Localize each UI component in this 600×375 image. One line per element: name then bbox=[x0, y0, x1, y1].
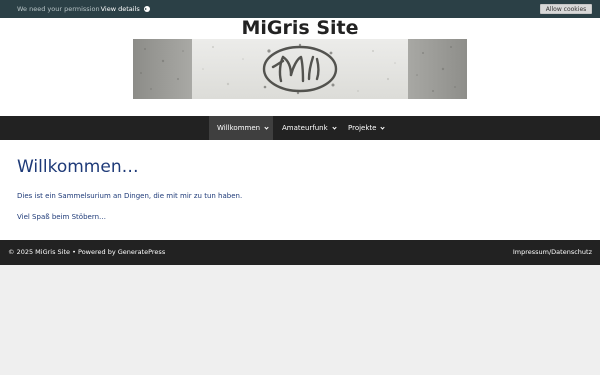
chevron-down-icon bbox=[380, 124, 386, 130]
nav-item-label: Projekte bbox=[348, 124, 377, 132]
nav-item-willkommen[interactable]: Willkommen bbox=[209, 116, 273, 140]
intro-paragraph: Dies ist ein Sammelsurium an Dingen, die… bbox=[17, 192, 243, 200]
arrow-right-circle-icon[interactable] bbox=[143, 6, 150, 12]
nav-item-label: Amateurfunk bbox=[282, 124, 328, 132]
cookie-view-details-link[interactable]: View details bbox=[101, 5, 140, 13]
chevron-down-icon bbox=[332, 124, 337, 130]
main-content: Willkommen… Dies ist ein Sammelsurium an… bbox=[0, 140, 600, 240]
nav-item-projekte[interactable]: Projekte bbox=[339, 116, 391, 140]
cookie-consent-bar: We need your permission View details All… bbox=[0, 0, 600, 18]
closing-paragraph: Viel Spaß beim Stöbern… bbox=[17, 213, 107, 221]
nav-item-amateurfunk[interactable]: Amateurfunk bbox=[273, 116, 339, 140]
page-title: Willkommen… bbox=[17, 157, 139, 177]
primary-navigation: Willkommen Amateurfunk Projekte bbox=[0, 116, 600, 140]
chevron-down-icon bbox=[264, 124, 269, 130]
nav-item-label: Willkommen bbox=[217, 124, 261, 132]
site-title[interactable]: MiGris Site bbox=[0, 18, 600, 38]
footer-copyright: © 2025 MiGris Site • Powered by Generate… bbox=[8, 248, 166, 256]
allow-cookies-button[interactable]: Allow cookies bbox=[540, 4, 592, 14]
site-header: MiGris Site bbox=[0, 18, 600, 116]
header-image bbox=[133, 39, 467, 99]
footer-impressum-link[interactable]: Impressum/Datenschutz bbox=[513, 248, 592, 256]
cookie-message: We need your permission bbox=[17, 5, 100, 13]
site-footer: © 2025 MiGris Site • Powered by Generate… bbox=[0, 240, 600, 265]
